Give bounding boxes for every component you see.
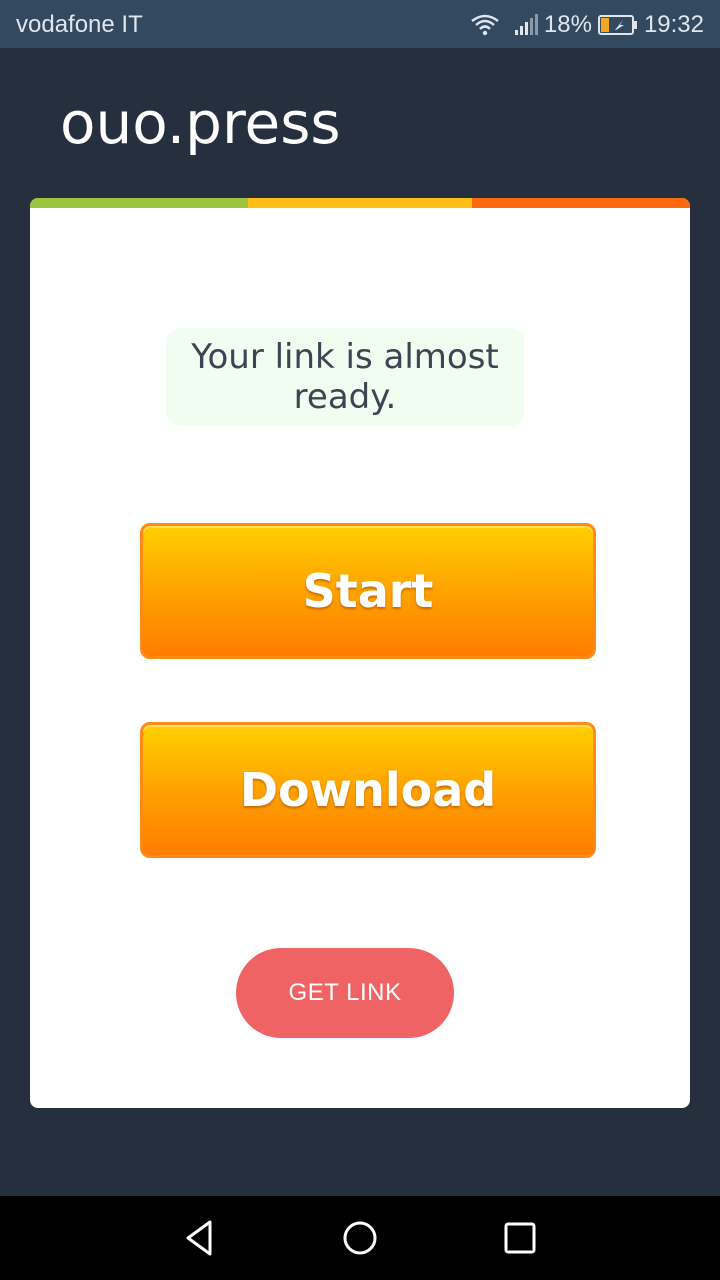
navigation-bar	[0, 1196, 720, 1280]
app-title: ouo.press	[60, 89, 341, 157]
signal-icon	[514, 14, 538, 35]
status-bar: vodafone IT 18% 19:32	[0, 0, 720, 48]
carrier-name: vodafone IT	[16, 11, 143, 38]
status-message: Your link is almost ready.	[166, 328, 524, 426]
get-link-button[interactable]: GET LINK	[236, 948, 454, 1038]
back-icon[interactable]	[178, 1216, 222, 1260]
battery-icon	[597, 15, 637, 35]
download-button[interactable]: Download	[140, 722, 596, 858]
home-icon[interactable]	[338, 1216, 382, 1260]
start-button[interactable]: Start	[140, 523, 596, 659]
recent-apps-icon[interactable]	[498, 1216, 542, 1260]
battery-percent: 18%	[543, 11, 592, 38]
wifi-icon	[471, 14, 499, 36]
color-strip-green	[30, 198, 248, 208]
main-card: Your link is almost ready. Start Downloa…	[30, 198, 690, 1108]
status-icons: 18% 19:32	[470, 11, 704, 39]
color-strip-orange	[472, 198, 690, 208]
color-strip-yellow	[248, 198, 472, 208]
clock: 19:32	[643, 11, 704, 38]
